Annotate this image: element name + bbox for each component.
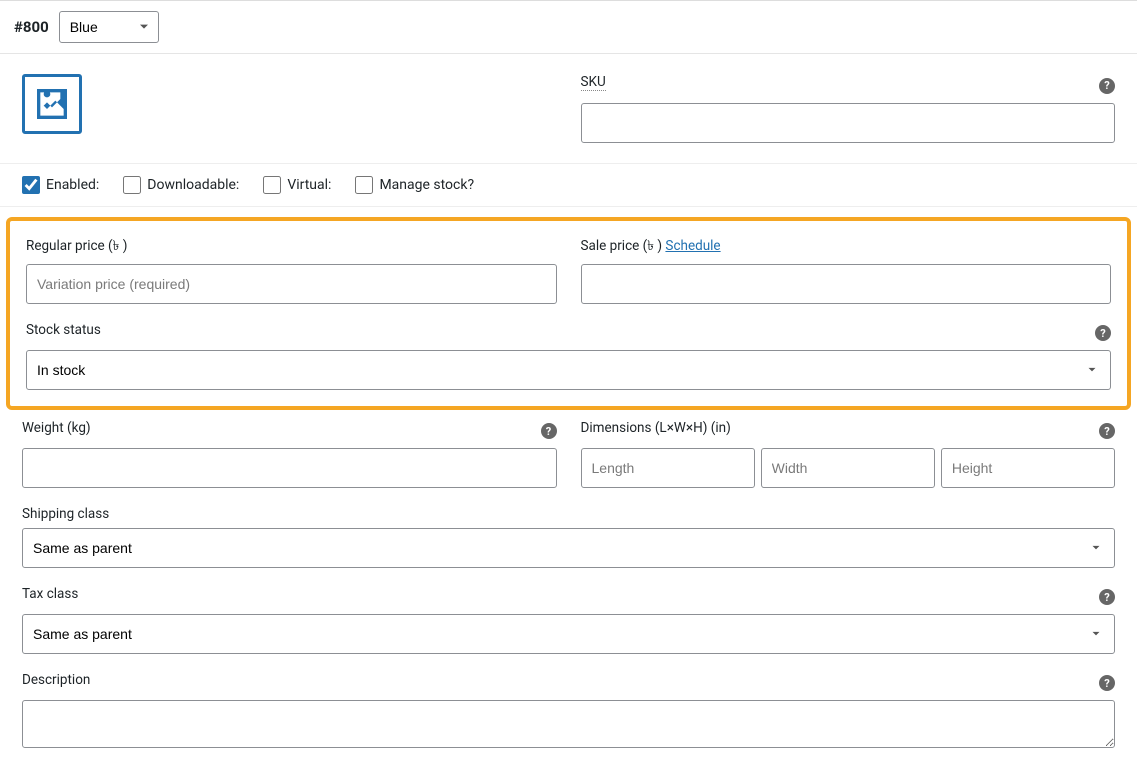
length-input[interactable]: [581, 448, 755, 488]
enabled-label: Enabled:: [46, 177, 99, 193]
virtual-checkbox[interactable]: [263, 176, 281, 194]
enabled-checkbox-item[interactable]: Enabled:: [22, 176, 99, 194]
tax-class-select[interactable]: Same as parent: [22, 614, 1115, 654]
dimensions-label: Dimensions (L×W×H) (in): [581, 420, 731, 436]
stock-status-label: Stock status: [26, 322, 101, 338]
width-input[interactable]: [761, 448, 935, 488]
sale-price-label: Sale price (৳ ) Schedule: [581, 235, 1112, 258]
stock-status-select[interactable]: In stock: [26, 350, 1111, 390]
variation-header: #800 Blue: [0, 1, 1137, 54]
weight-input[interactable]: [22, 448, 557, 488]
shipping-class-label: Shipping class: [22, 506, 1115, 522]
help-icon[interactable]: ?: [541, 423, 557, 439]
manage-stock-checkbox[interactable]: [355, 176, 373, 194]
regular-price-label: Regular price (৳ ): [26, 235, 557, 258]
downloadable-checkbox[interactable]: [123, 176, 141, 194]
virtual-label: Virtual:: [287, 177, 331, 193]
sku-label: SKU: [581, 74, 606, 91]
help-icon[interactable]: ?: [1099, 423, 1115, 439]
downloadable-label: Downloadable:: [147, 177, 239, 193]
virtual-checkbox-item[interactable]: Virtual:: [263, 176, 331, 194]
checkbox-options: Enabled: Downloadable: Virtual: Manage s…: [0, 163, 1137, 207]
help-icon[interactable]: ?: [1095, 325, 1111, 341]
sku-input[interactable]: [581, 103, 1116, 143]
weight-label: Weight (kg): [22, 420, 91, 436]
description-textarea[interactable]: [22, 700, 1115, 748]
regular-price-input[interactable]: [26, 264, 557, 304]
variation-id: #800: [14, 18, 49, 36]
description-label: Description: [22, 672, 90, 688]
sale-price-input[interactable]: [581, 264, 1112, 304]
enabled-checkbox[interactable]: [22, 176, 40, 194]
help-icon[interactable]: ?: [1099, 589, 1115, 605]
image-icon: [32, 84, 72, 124]
manage-stock-checkbox-item[interactable]: Manage stock?: [355, 176, 474, 194]
shipping-class-select[interactable]: Same as parent: [22, 528, 1115, 568]
downloadable-checkbox-item[interactable]: Downloadable:: [123, 176, 239, 194]
tax-class-label: Tax class: [22, 586, 78, 602]
variation-image-placeholder[interactable]: [22, 74, 82, 134]
schedule-link[interactable]: Schedule: [665, 238, 720, 254]
help-icon[interactable]: ?: [1099, 78, 1115, 94]
manage-stock-label: Manage stock?: [379, 177, 474, 193]
height-input[interactable]: [941, 448, 1115, 488]
help-icon[interactable]: ?: [1099, 675, 1115, 691]
attribute-select[interactable]: Blue: [59, 11, 159, 43]
price-stock-highlight: Regular price (৳ ) Sale price (৳ ) Sched…: [6, 217, 1131, 410]
